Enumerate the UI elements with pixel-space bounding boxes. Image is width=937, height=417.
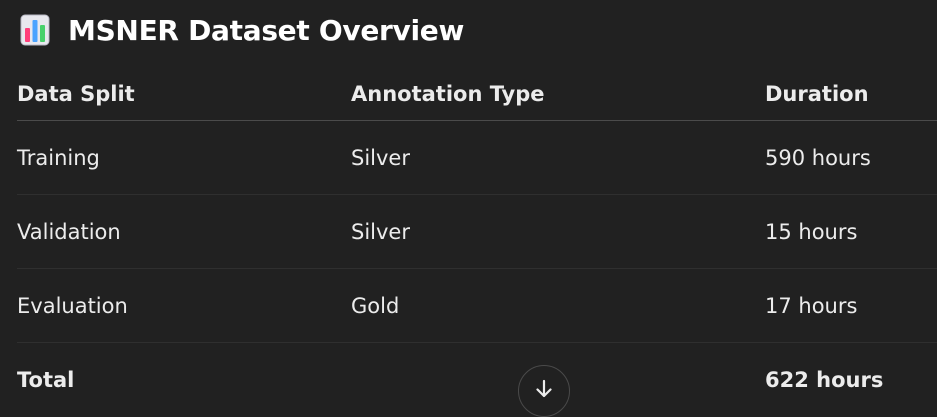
page-title: MSNER Dataset Overview xyxy=(68,13,465,47)
table-row: Training Silver 590 hours xyxy=(17,121,937,195)
cell-duration: 17 hours xyxy=(765,293,858,318)
column-header-annotation-type: Annotation Type xyxy=(351,82,545,106)
page-heading: MSNER Dataset Overview xyxy=(20,10,464,50)
bar-chart-emoji-icon xyxy=(20,14,50,46)
table-header-row: Data Split Annotation Type Duration xyxy=(17,76,937,121)
cell-data-split: Training xyxy=(17,145,100,170)
cell-annotation-type: Silver xyxy=(351,219,410,244)
cell-duration: 590 hours xyxy=(765,145,871,170)
scroll-to-bottom-button[interactable] xyxy=(518,365,570,417)
cell-total-label: Total xyxy=(17,367,75,392)
dataset-table: Data Split Annotation Type Duration Trai… xyxy=(17,76,937,416)
table-total-row: Total 622 hours xyxy=(17,343,937,416)
cell-data-split: Evaluation xyxy=(17,293,128,318)
cell-duration: 15 hours xyxy=(765,219,858,244)
table-row: Validation Silver 15 hours xyxy=(17,195,937,269)
cell-total-duration: 622 hours xyxy=(765,367,884,392)
cell-annotation-type: Gold xyxy=(351,293,400,318)
arrow-down-icon xyxy=(533,378,555,404)
cell-data-split: Validation xyxy=(17,219,121,244)
column-header-data-split: Data Split xyxy=(17,82,135,106)
table-row: Evaluation Gold 17 hours xyxy=(17,269,937,343)
cell-annotation-type: Silver xyxy=(351,145,410,170)
column-header-duration: Duration xyxy=(765,82,869,106)
